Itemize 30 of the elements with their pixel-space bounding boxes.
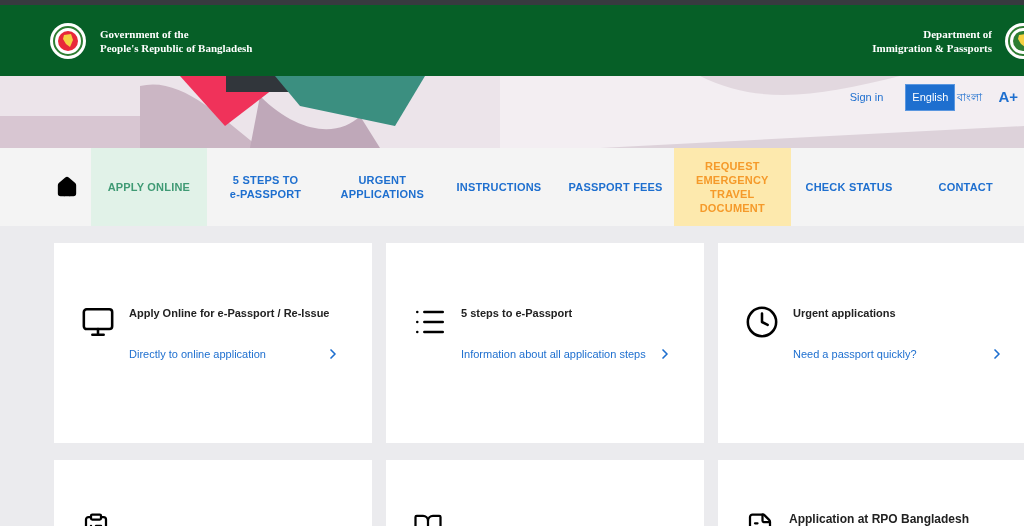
card-link[interactable]: Need a passport quickly?	[793, 345, 917, 362]
government-title: People's Republic of Bangladesh	[100, 40, 253, 55]
language-button[interactable]: বাংলা	[955, 85, 985, 110]
department-title: Department of	[923, 26, 992, 41]
nav-tab[interactable]: URGENT APPLICATIONS	[323, 148, 441, 226]
card[interactable]: Urgent applications Need a passport quickly?	[718, 243, 1024, 443]
nav-tab[interactable]: CONTACT	[907, 148, 1024, 226]
card-link[interactable]: Information about all application steps	[461, 345, 646, 362]
card-title: Application at RPO Bangladesh	[789, 512, 970, 526]
monitor-icon	[81, 305, 115, 339]
nav-tab[interactable]: 5 STEPS TO e-PASSPORT	[207, 148, 324, 226]
emblem-icon	[49, 21, 87, 60]
department-title: Immigration & Passports	[872, 40, 992, 55]
home-icon[interactable]	[56, 176, 78, 198]
font-size-button[interactable]: A+	[998, 86, 1018, 109]
language-button[interactable]: English	[905, 84, 956, 111]
government-title: Government of the	[100, 26, 190, 41]
card-link[interactable]: Directly to online application	[129, 345, 266, 362]
card-title: Urgent applications	[793, 306, 897, 321]
nav-tab[interactable]: INSTRUCTIONS	[440, 148, 558, 226]
clock-icon	[745, 305, 779, 339]
card[interactable]: Apply Online for e-Passport / Re-Issue Directly to online application	[54, 243, 372, 443]
card[interactable]: 5 steps to e-Passport Information about all application steps	[386, 243, 704, 443]
nav-tab[interactable]: CHECK STATUS	[790, 148, 908, 226]
sign-in-link[interactable]: Sign in	[849, 89, 884, 106]
card[interactable]: Application at RPO Bangladesh	[718, 460, 1024, 526]
card-title: 5 steps to e-Passport	[461, 306, 574, 321]
nav-tab[interactable]: APPLY ONLINE	[90, 148, 208, 226]
nav-tab[interactable]: PASSPORT FEES	[557, 148, 674, 226]
card-title: Apply Online for e-Passport / Re-Issue	[129, 306, 331, 321]
